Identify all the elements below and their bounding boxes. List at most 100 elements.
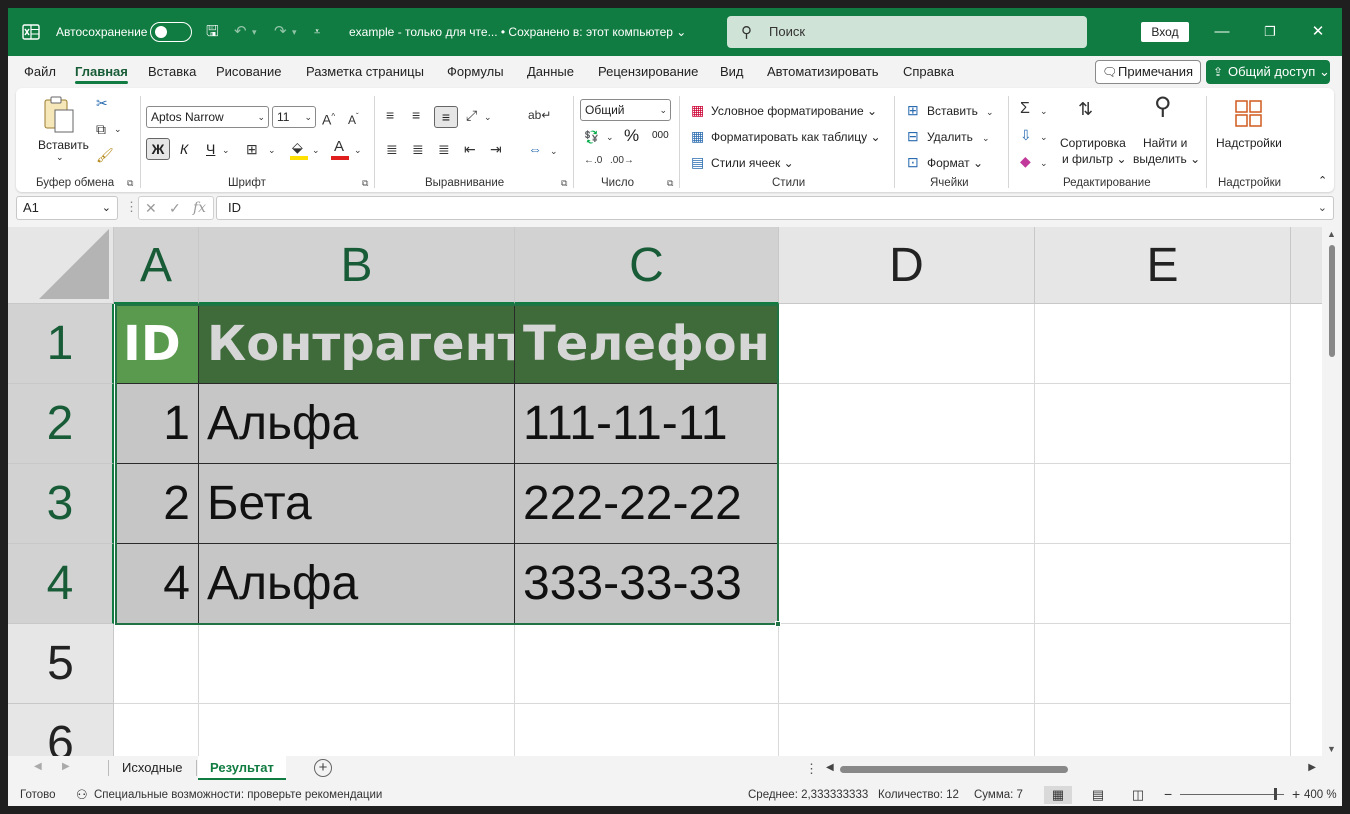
- accessibility-icon[interactable]: ⚇: [76, 787, 88, 803]
- restore-icon[interactable]: ❐: [1258, 20, 1282, 44]
- column-header-d[interactable]: D: [779, 227, 1035, 304]
- find-select-line1[interactable]: Найти и: [1143, 136, 1187, 150]
- align-center-icon[interactable]: ≣: [412, 140, 424, 158]
- decrease-font-icon[interactable]: Aˇ: [348, 108, 359, 129]
- cell-c5[interactable]: [515, 624, 779, 704]
- customize-toolbar-icon[interactable]: ⩡: [314, 22, 320, 42]
- decrease-decimal-icon[interactable]: .00→: [610, 152, 634, 170]
- find-select-button[interactable]: выделить ⌄: [1133, 152, 1200, 166]
- cell-e5[interactable]: [1035, 624, 1291, 704]
- cell-c2[interactable]: 111-11-11: [515, 384, 779, 464]
- search-box[interactable]: ⚲ Поиск: [727, 16, 1087, 48]
- conditional-format-icon[interactable]: ▦: [691, 101, 704, 119]
- tab-draw[interactable]: Рисование: [216, 64, 281, 79]
- clear-dropdown-icon[interactable]: ⌄: [1040, 154, 1048, 172]
- row-header-3[interactable]: 3: [8, 464, 114, 544]
- close-icon[interactable]: ✕: [1306, 20, 1330, 44]
- vertical-scrollbar[interactable]: ▲ ▼: [1322, 227, 1342, 756]
- autosum-dropdown-icon[interactable]: ⌄: [1040, 102, 1048, 120]
- font-color-dropdown-icon[interactable]: ⌄: [354, 141, 362, 159]
- enter-icon[interactable]: ✓: [169, 200, 181, 217]
- cell-d5[interactable]: [779, 624, 1035, 704]
- align-bottom-button[interactable]: ≡: [434, 106, 458, 128]
- align-left-icon[interactable]: ≣: [386, 140, 398, 158]
- conditional-format-button[interactable]: Условное форматирование ⌄: [711, 104, 877, 118]
- cell-a1[interactable]: ID: [115, 304, 199, 384]
- row-header-6[interactable]: 6: [8, 704, 114, 756]
- fill-dropdown-icon[interactable]: ⌄: [1040, 128, 1048, 146]
- font-color-icon[interactable]: A: [334, 138, 344, 156]
- alignment-launcher-icon[interactable]: ⧉: [561, 178, 567, 189]
- tab-file[interactable]: Файл: [24, 64, 56, 79]
- tab-automate[interactable]: Автоматизировать: [767, 64, 879, 79]
- scroll-left-icon[interactable]: ◀: [826, 762, 834, 773]
- cell-b4[interactable]: Альфа: [199, 544, 515, 625]
- cell-b1[interactable]: Контрагент: [199, 304, 515, 384]
- paste-icon[interactable]: [41, 96, 75, 134]
- tab-help[interactable]: Справка: [903, 64, 954, 79]
- format-as-table-icon[interactable]: ▦: [691, 127, 704, 145]
- tab-view[interactable]: Вид: [720, 64, 744, 79]
- cell-a4[interactable]: 4: [115, 544, 199, 625]
- zoom-slider[interactable]: [1180, 788, 1284, 800]
- row-header-4[interactable]: 4: [8, 544, 114, 624]
- underline-dropdown-icon[interactable]: ⌄: [222, 141, 230, 159]
- signin-button[interactable]: Вход: [1141, 22, 1189, 42]
- normal-view-icon[interactable]: ▦: [1044, 786, 1072, 804]
- cell-a2[interactable]: 1: [115, 384, 199, 464]
- delete-cells-icon[interactable]: ⊟: [907, 127, 919, 145]
- sort-filter-icon[interactable]: ⇅: [1078, 100, 1093, 118]
- align-right-icon[interactable]: ≣: [438, 140, 450, 158]
- cell-d1[interactable]: [779, 304, 1035, 384]
- fill-icon[interactable]: ⇩: [1020, 126, 1032, 144]
- orientation-icon[interactable]: ⤢: [466, 106, 477, 124]
- cut-icon[interactable]: ✂: [96, 94, 108, 112]
- zoom-out-icon[interactable]: −: [1164, 786, 1172, 802]
- cell-d6[interactable]: [779, 704, 1035, 756]
- accounting-dropdown-icon[interactable]: ⌄: [606, 128, 614, 146]
- wrap-text-icon[interactable]: ab↵: [528, 106, 551, 124]
- status-average[interactable]: Среднее: 2,333333333: [748, 789, 868, 801]
- cell-styles-icon[interactable]: ▤: [691, 153, 704, 171]
- increase-indent-icon[interactable]: ⇥: [490, 140, 502, 158]
- cell-d2[interactable]: [779, 384, 1035, 464]
- tab-review[interactable]: Рецензирование: [598, 64, 698, 79]
- cell-d3[interactable]: [779, 464, 1035, 544]
- tab-splitter-icon[interactable]: ⋮: [805, 761, 818, 777]
- row-header-2[interactable]: 2: [8, 384, 114, 464]
- collapse-ribbon-icon[interactable]: ⌃: [1318, 174, 1327, 187]
- insert-function-button[interactable]: fx: [193, 200, 206, 216]
- autosum-icon[interactable]: Σ: [1020, 100, 1030, 118]
- format-as-table-button[interactable]: Форматировать как таблицу ⌄: [711, 130, 881, 144]
- select-all-button[interactable]: [8, 227, 114, 304]
- column-header-a[interactable]: A: [114, 227, 199, 304]
- cell-e3[interactable]: [1035, 464, 1291, 544]
- tab-home[interactable]: Главная: [75, 64, 128, 84]
- percent-button[interactable]: %: [624, 126, 639, 146]
- minimize-icon[interactable]: —: [1210, 20, 1234, 44]
- cell-a3[interactable]: 2: [115, 464, 199, 544]
- cell-c1[interactable]: Телефон: [515, 304, 779, 384]
- number-launcher-icon[interactable]: ⧉: [667, 178, 673, 189]
- scroll-down-icon[interactable]: ▼: [1327, 744, 1336, 754]
- format-cells-icon[interactable]: ⊡: [907, 153, 919, 171]
- formula-input[interactable]: ID ⌄: [216, 196, 1334, 220]
- borders-icon[interactable]: ⊞: [246, 140, 258, 158]
- notes-button[interactable]: 🗨 Примечания: [1095, 60, 1201, 84]
- addins-icon[interactable]: [1235, 100, 1263, 128]
- bold-button[interactable]: Ж: [146, 138, 170, 160]
- sort-filter-button[interactable]: и фильтр ⌄: [1062, 152, 1127, 166]
- undo-dropdown-icon[interactable]: ▾: [252, 22, 257, 42]
- save-icon[interactable]: 🖫: [206, 22, 219, 42]
- format-cells-button[interactable]: Формат ⌄: [927, 156, 983, 170]
- accessibility-status[interactable]: Специальные возможности: проверьте реком…: [94, 789, 382, 801]
- zoom-level[interactable]: 400 %: [1304, 789, 1337, 801]
- column-header-e[interactable]: E: [1035, 227, 1291, 304]
- cell-d4[interactable]: [779, 544, 1035, 624]
- delete-cells-button[interactable]: Удалить: [927, 130, 973, 144]
- number-format-select[interactable]: Общий ⌄: [580, 99, 671, 121]
- sort-filter-line1[interactable]: Сортировка: [1060, 136, 1126, 150]
- zoom-in-icon[interactable]: +: [1292, 786, 1300, 802]
- format-painter-icon[interactable]: 🖌: [96, 146, 114, 164]
- clipboard-launcher-icon[interactable]: ⧉: [127, 178, 133, 189]
